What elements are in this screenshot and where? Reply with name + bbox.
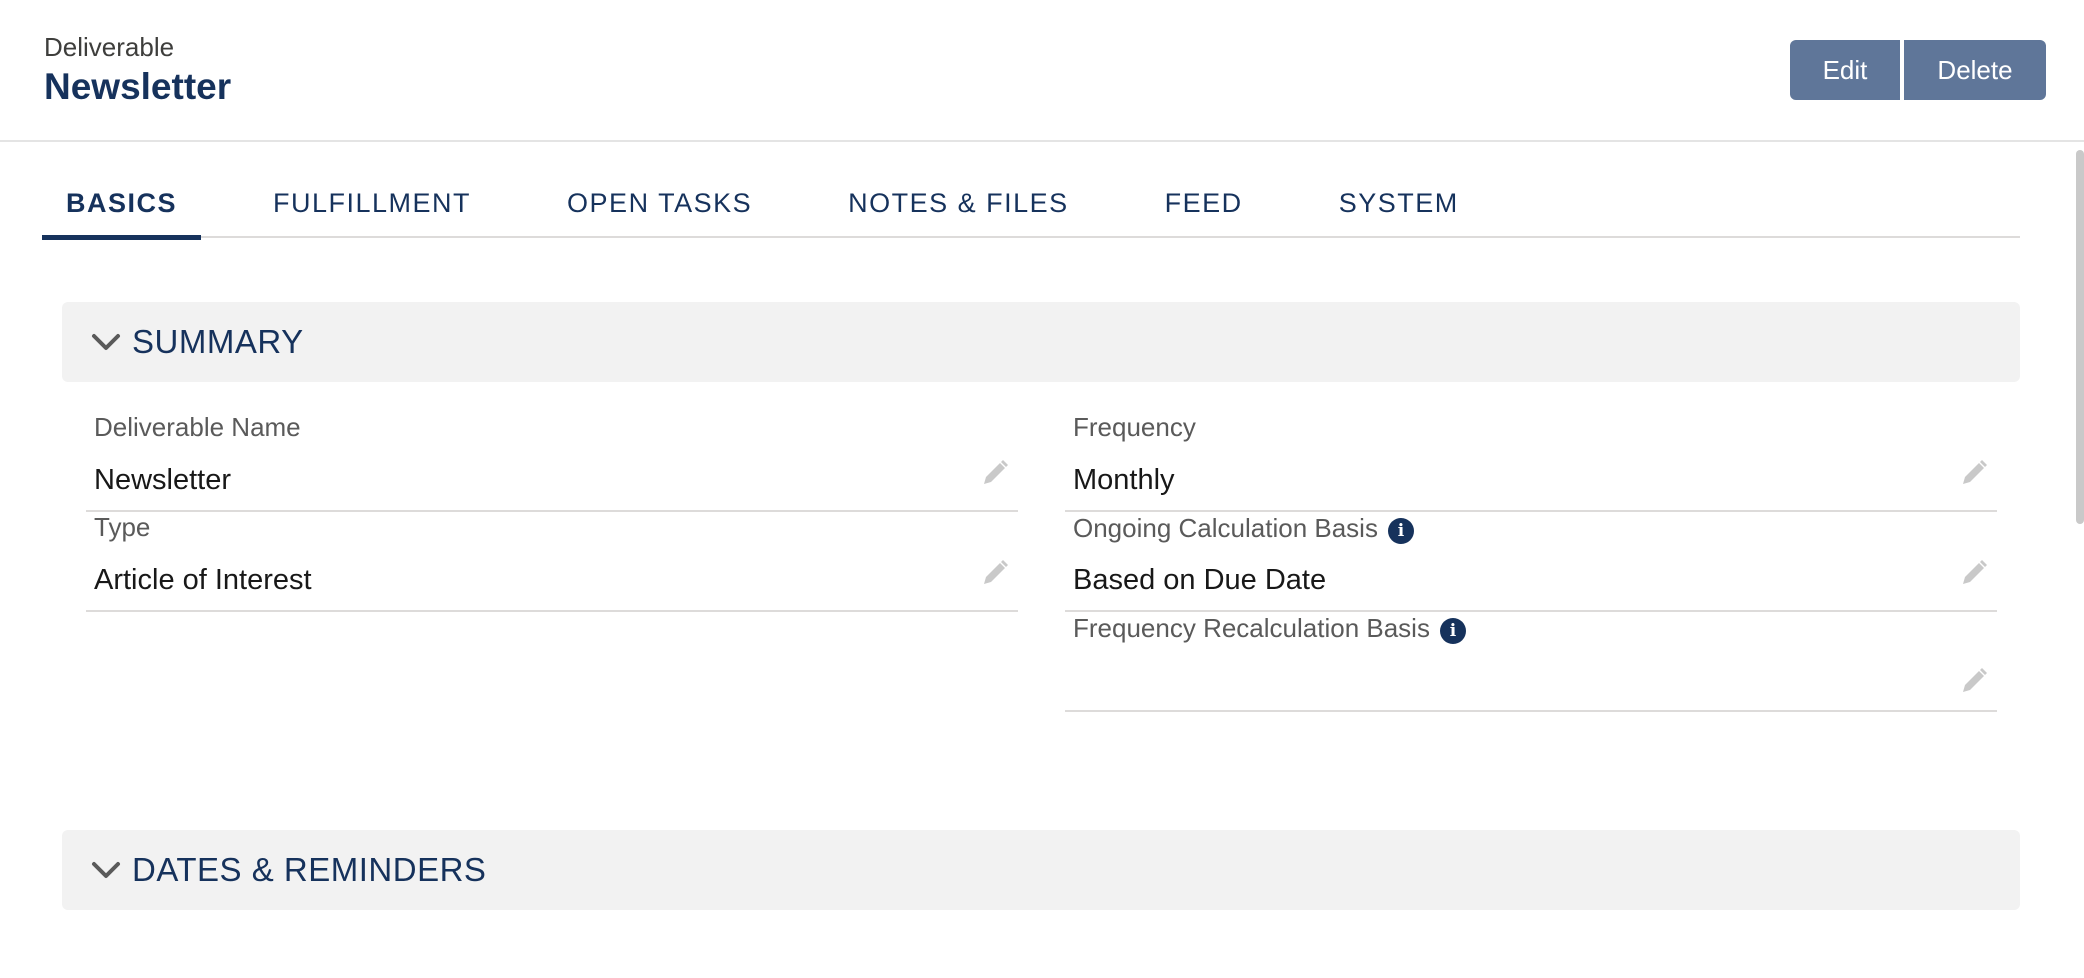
object-type-label: Deliverable — [44, 32, 175, 62]
frequency-recalculation-basis-field: Frequency Recalculation Basis i — [1065, 612, 1997, 712]
section-title: DATES & REMINDERS — [132, 851, 487, 888]
chevron-down-icon — [84, 848, 128, 892]
field-label: Deliverable Name — [94, 412, 301, 442]
field-label: Frequency — [1073, 412, 1196, 442]
field-value: Monthly — [1073, 464, 1175, 496]
pencil-icon[interactable] — [1959, 458, 1989, 488]
record-page: Deliverable Newsletter Edit Delete BASIC… — [0, 0, 2084, 978]
info-icon[interactable]: i — [1439, 618, 1466, 644]
record-title: Newsletter — [44, 66, 232, 107]
field-value: Newsletter — [94, 464, 231, 496]
frequency-field: Frequency Monthly — [1065, 412, 1997, 512]
tab-bar: BASICS FULFILLMENT OPEN TASKS NOTES & FI… — [42, 168, 2020, 240]
field-label: Ongoing Calculation Basis — [1073, 512, 1378, 543]
field-value: Based on Due Date — [1073, 564, 1327, 596]
action-button-group: Edit Delete — [1790, 40, 2046, 100]
field-label: Type — [94, 512, 151, 542]
field-label: Frequency Recalculation Basis — [1073, 612, 1430, 643]
pencil-icon[interactable] — [980, 558, 1010, 588]
field-label-row: Frequency Recalculation Basis i — [1073, 612, 1466, 644]
dates-reminders-section-header[interactable]: DATES & REMINDERS — [62, 830, 2020, 910]
tab-fulfillment[interactable]: FULFILLMENT — [249, 168, 495, 238]
pencil-icon[interactable] — [980, 458, 1010, 488]
delete-button[interactable]: Delete — [1904, 40, 2046, 100]
deliverable-name-field: Deliverable Name Newsletter — [86, 412, 1018, 512]
section-title: SUMMARY — [132, 323, 304, 360]
tab-feed[interactable]: FEED — [1141, 168, 1267, 238]
record-header: Deliverable Newsletter Edit Delete — [0, 0, 2084, 142]
pencil-icon[interactable] — [1959, 558, 1989, 588]
field-label-row: Ongoing Calculation Basis i — [1073, 512, 1414, 544]
pencil-icon[interactable] — [1959, 666, 1989, 696]
tab-open-tasks[interactable]: OPEN TASKS — [543, 168, 776, 238]
info-icon[interactable]: i — [1387, 518, 1414, 544]
field-value: Article of Interest — [94, 564, 312, 596]
type-field: Type Article of Interest — [86, 512, 1018, 612]
scrollbar[interactable] — [2076, 150, 2084, 524]
tab-basics[interactable]: BASICS — [42, 168, 202, 240]
tab-notes-files[interactable]: NOTES & FILES — [824, 168, 1093, 238]
summary-section-header[interactable]: SUMMARY — [62, 302, 2020, 382]
ongoing-calculation-basis-field: Ongoing Calculation Basis i Based on Due… — [1065, 512, 1997, 612]
tab-system[interactable]: SYSTEM — [1315, 168, 1483, 238]
chevron-down-icon — [84, 320, 128, 364]
edit-button[interactable]: Edit — [1790, 40, 1900, 100]
